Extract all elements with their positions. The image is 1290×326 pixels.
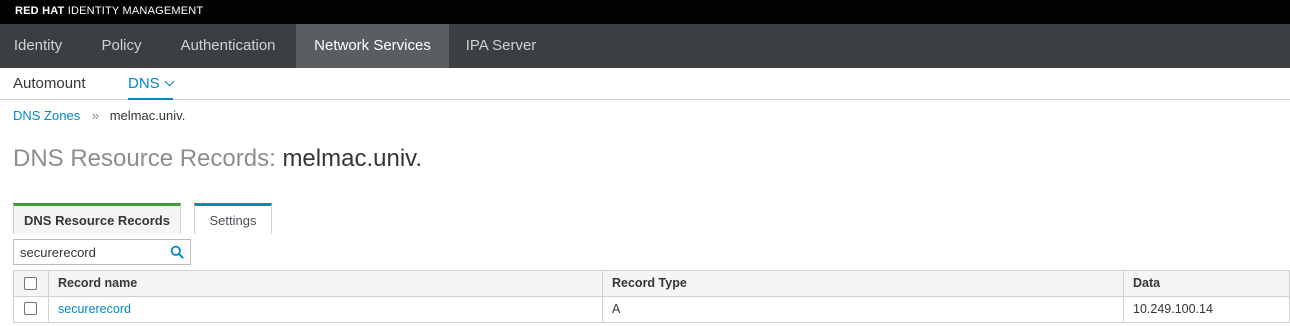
breadcrumb-dns-zones-link[interactable]: DNS Zones [13, 108, 80, 123]
nav-item-network-services[interactable]: Network Services [296, 24, 449, 68]
table-row: securerecord A 10.249.100.14 [13, 297, 1290, 323]
tab-dns-resource-records[interactable]: DNS Resource Records [13, 203, 181, 234]
column-header-record-type[interactable]: Record Type [602, 271, 1123, 296]
record-name-cell: securerecord [48, 297, 602, 322]
breadcrumb-separator: » [91, 108, 100, 123]
brand-name-bold: RED HAT [15, 5, 65, 17]
header-select-cell [14, 271, 48, 296]
chevron-down-icon [164, 76, 175, 87]
subnav-item-automount[interactable]: Automount [13, 68, 86, 100]
subnav-item-dns-label: DNS [128, 75, 160, 92]
breadcrumb-current: melmac.univ. [109, 108, 186, 123]
search-box [13, 239, 191, 265]
column-header-record-name[interactable]: Record name [48, 271, 602, 296]
record-name-link[interactable]: securerecord [58, 302, 131, 316]
tab-settings[interactable]: Settings [194, 203, 272, 234]
page-title-zone: melmac.univ. [282, 145, 423, 172]
row-checkbox[interactable] [24, 302, 37, 315]
nav-item-policy[interactable]: Policy [84, 24, 159, 68]
nav-item-authentication[interactable]: Authentication [166, 24, 290, 68]
main-navigation: Identity Policy Authentication Network S… [0, 24, 1290, 68]
select-all-checkbox[interactable] [24, 277, 37, 290]
brand-bar: RED HAT IDENTITY MANAGEMENT [0, 0, 1290, 24]
nav-item-ipa-server[interactable]: IPA Server [455, 24, 547, 68]
record-type-cell: A [602, 297, 1123, 322]
page-title-prefix: DNS Resource Records: [13, 145, 276, 172]
brand-logo[interactable]: RED HAT IDENTITY MANAGEMENT [15, 5, 203, 17]
brand-name-rest: IDENTITY MANAGEMENT [67, 5, 204, 17]
search-icon[interactable] [170, 245, 184, 259]
table-header: Record name Record Type Data [13, 270, 1290, 297]
search-input[interactable] [14, 240, 164, 264]
breadcrumb: DNS Zones » melmac.univ. [13, 108, 185, 123]
record-data-cell: 10.249.100.14 [1123, 297, 1290, 322]
sub-navigation: Automount DNS [0, 68, 1290, 100]
row-select-cell [14, 297, 48, 322]
page-title: DNS Resource Records: melmac.univ. [13, 145, 422, 173]
column-header-data[interactable]: Data [1123, 271, 1290, 296]
nav-item-identity[interactable]: Identity [0, 24, 76, 68]
subnav-item-dns[interactable]: DNS [128, 68, 175, 100]
